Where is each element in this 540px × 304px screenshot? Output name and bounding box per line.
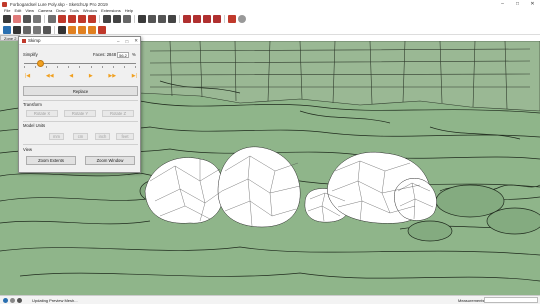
rotate-z-button[interactable]: Rotate Z bbox=[102, 110, 134, 117]
orbit-icon[interactable] bbox=[138, 15, 146, 23]
skimp-logo-icon bbox=[22, 38, 26, 43]
background-wall bbox=[139, 41, 540, 112]
back-edges-icon[interactable] bbox=[13, 25, 21, 34]
dialog-maximize-button[interactable]: □ bbox=[126, 39, 129, 44]
toolbar-separator bbox=[224, 15, 225, 23]
minimize-button[interactable]: – bbox=[495, 0, 510, 8]
tape-icon[interactable] bbox=[103, 15, 111, 23]
unit-cm-button[interactable]: cm bbox=[73, 133, 88, 140]
skimp-settings-icon[interactable] bbox=[88, 25, 96, 34]
zoom-window-button[interactable]: Zoom Window bbox=[85, 156, 135, 165]
step-forward-button[interactable]: ▶ bbox=[89, 73, 93, 79]
unit-inch-button[interactable]: inch bbox=[95, 133, 110, 140]
scale-icon[interactable] bbox=[88, 15, 96, 23]
shaded-icon[interactable] bbox=[43, 25, 51, 34]
warehouse-icon[interactable] bbox=[193, 15, 201, 23]
simplify-slider[interactable] bbox=[24, 60, 136, 67]
sandbox-icon[interactable] bbox=[98, 25, 106, 34]
measurements-input[interactable] bbox=[484, 297, 538, 303]
secondary-toolbar bbox=[0, 25, 540, 35]
status-bar: Updating Preview Mesh... Measurements bbox=[0, 295, 540, 304]
dialog-close-button[interactable]: ✕ bbox=[134, 38, 138, 44]
first-step-button[interactable]: |◀ bbox=[25, 73, 30, 79]
rotate-icon[interactable] bbox=[78, 15, 86, 23]
slider-ticks bbox=[24, 66, 136, 68]
materials-icon[interactable] bbox=[213, 15, 221, 23]
skimp-batch-icon[interactable] bbox=[78, 25, 86, 34]
skimp-icon[interactable] bbox=[68, 25, 76, 34]
transform-label: Transform bbox=[23, 102, 42, 107]
unit-mm-button[interactable]: mm bbox=[49, 133, 64, 140]
text-icon[interactable] bbox=[113, 15, 121, 23]
settings-icon[interactable] bbox=[238, 15, 246, 23]
toolbar-separator bbox=[179, 15, 180, 23]
replace-button[interactable]: Replace bbox=[23, 86, 138, 96]
x-ray-icon[interactable] bbox=[3, 25, 11, 34]
dialog-minimize-button[interactable]: – bbox=[117, 39, 120, 44]
credits-icon[interactable] bbox=[10, 297, 15, 303]
simplify-percent-input[interactable]: 56.2 bbox=[117, 52, 129, 58]
push-pull-icon[interactable] bbox=[58, 15, 66, 23]
model-units-label: Model Units bbox=[23, 123, 46, 128]
close-button[interactable]: ✕ bbox=[525, 0, 540, 8]
geo-location-icon[interactable] bbox=[3, 297, 8, 303]
window-controls: – □ ✕ bbox=[495, 0, 540, 8]
step-back-button[interactable]: ◀ bbox=[69, 73, 73, 79]
status-text: Updating Preview Mesh... bbox=[32, 297, 78, 303]
user-icon[interactable] bbox=[17, 297, 22, 303]
divider bbox=[23, 100, 138, 101]
toolbar-separator bbox=[99, 15, 100, 23]
shape-icon[interactable] bbox=[48, 15, 56, 23]
ruby-icon[interactable] bbox=[228, 15, 236, 23]
textured-icon[interactable] bbox=[58, 25, 66, 34]
view-label: View bbox=[23, 147, 33, 152]
window-titlebar: Forbogardsel Lure Poly.skp - SketchUp Pr… bbox=[0, 0, 540, 8]
pan-icon[interactable] bbox=[148, 15, 156, 23]
move-icon[interactable] bbox=[68, 15, 76, 23]
fast-forward-button[interactable]: ▶▶ bbox=[108, 73, 116, 79]
skimp-dialog-titlebar: Skimp – □ ✕ bbox=[19, 37, 140, 45]
main-toolbar bbox=[0, 13, 540, 25]
zoom-icon[interactable] bbox=[158, 15, 166, 23]
rock-meshes bbox=[144, 146, 437, 228]
divider bbox=[23, 121, 138, 122]
skimp-dialog-title: Skimp bbox=[28, 38, 41, 43]
toolbar-separator bbox=[54, 25, 55, 34]
toolbar-separator bbox=[134, 15, 135, 23]
sketchup-app-icon bbox=[2, 1, 7, 7]
faces-count-label: Faces: 2848 bbox=[93, 52, 117, 57]
dialog-controls: – □ ✕ bbox=[117, 37, 138, 45]
divider bbox=[23, 144, 138, 145]
window-title: Forbogardsel Lure Poly.skp - SketchUp Pr… bbox=[10, 1, 108, 7]
zoom-extents-button[interactable]: Zoom Extents bbox=[26, 156, 76, 165]
pencil-icon[interactable] bbox=[23, 15, 31, 23]
hidden-line-icon[interactable] bbox=[33, 25, 41, 34]
zoom-extents-icon[interactable] bbox=[168, 15, 176, 23]
paint-icon[interactable] bbox=[123, 15, 131, 23]
rotate-y-button[interactable]: Rotate Y bbox=[64, 110, 96, 117]
rotate-x-button[interactable]: Rotate X bbox=[26, 110, 58, 117]
wireframe-icon[interactable] bbox=[23, 25, 31, 34]
last-step-button[interactable]: ▶| bbox=[132, 73, 137, 79]
select-icon[interactable] bbox=[3, 15, 11, 23]
fast-back-button[interactable]: ◀◀ bbox=[46, 73, 54, 79]
percent-symbol: % bbox=[132, 52, 136, 57]
extension-icon[interactable] bbox=[203, 15, 211, 23]
simplify-label: Simplify bbox=[23, 52, 38, 57]
component-icon[interactable] bbox=[183, 15, 191, 23]
playback-controls: |◀ ◀◀ ◀ ▶ ▶▶ ▶| bbox=[25, 73, 137, 79]
unit-feet-button[interactable]: feet bbox=[116, 133, 134, 140]
maximize-button[interactable]: □ bbox=[510, 0, 525, 8]
eraser-icon[interactable] bbox=[13, 15, 21, 23]
measurements-label: Measurements bbox=[458, 297, 485, 303]
toolbar-separator bbox=[44, 15, 45, 23]
skimp-dialog: Skimp – □ ✕ Simplify Faces: 2848 56.2 % … bbox=[18, 36, 141, 173]
arc-icon[interactable] bbox=[33, 15, 41, 23]
